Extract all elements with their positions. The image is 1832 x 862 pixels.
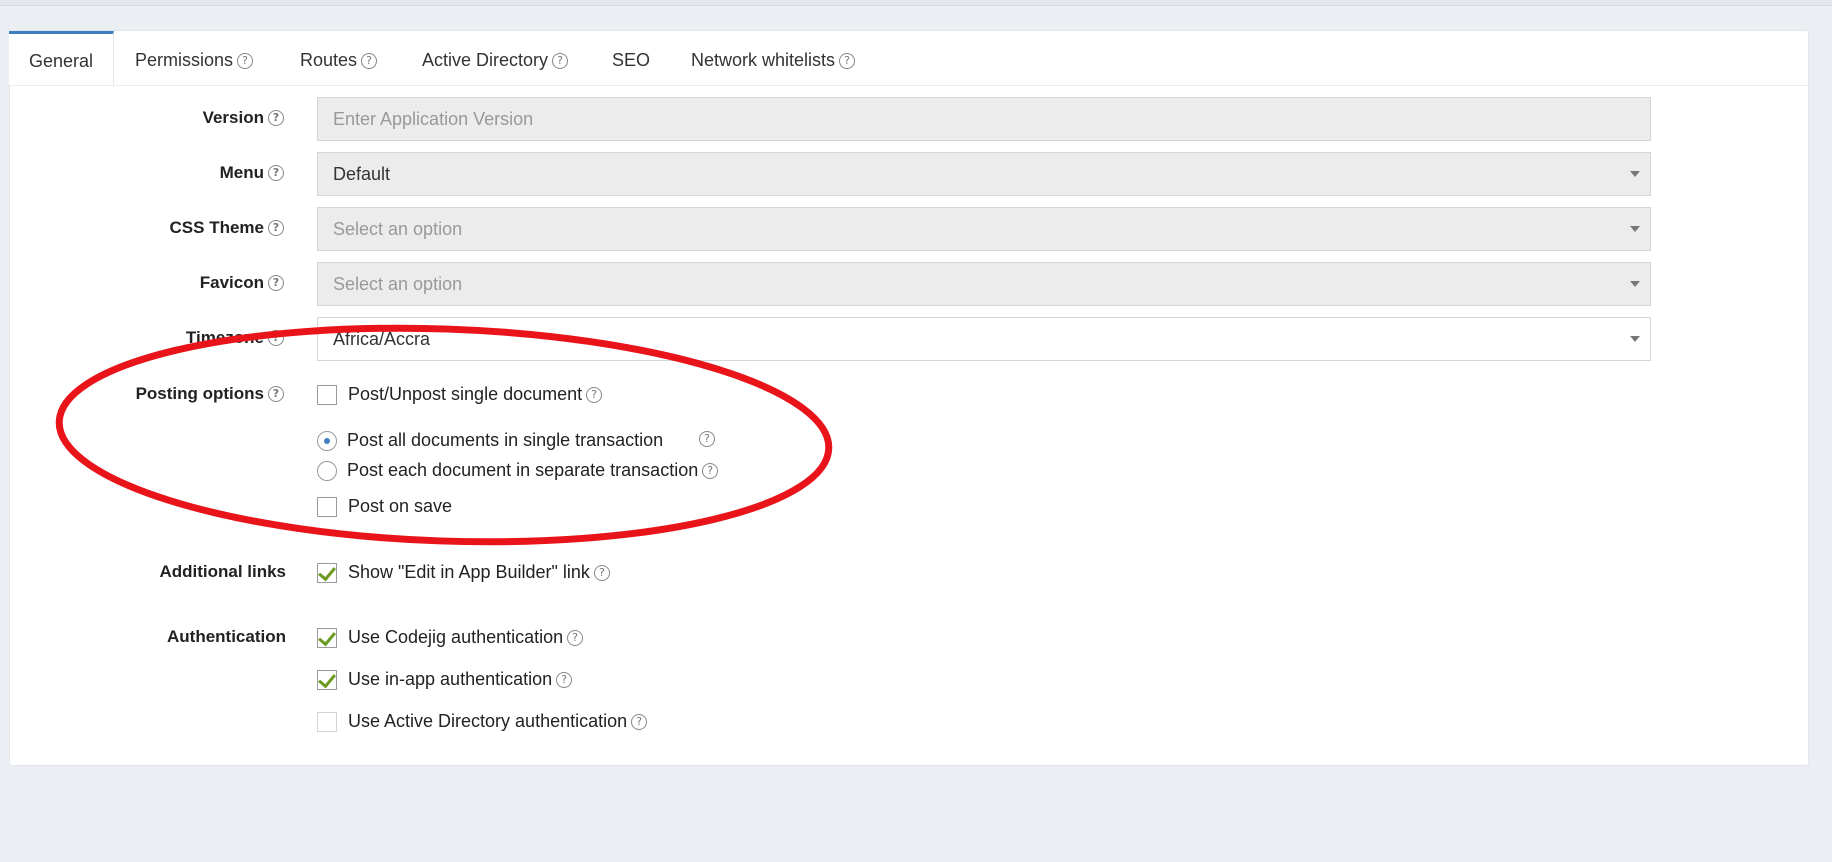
tab-active-directory[interactable]: Active Directory? [422, 31, 569, 85]
version-placeholder: Enter Application Version [333, 109, 534, 129]
css-theme-label-text: CSS Theme [169, 218, 264, 237]
chevron-down-icon [1630, 171, 1640, 177]
timezone-label: Timezone? [186, 328, 284, 348]
post-single-transaction-option: Post all documents in single transaction [347, 430, 663, 451]
tab-permissions[interactable]: Permissions? [135, 31, 254, 85]
css-theme-label: CSS Theme? [170, 218, 284, 238]
version-input[interactable]: Enter Application Version [317, 97, 1651, 141]
timezone-label-text: Timezone [185, 328, 264, 347]
timezone-value: Africa/Accra [333, 329, 431, 349]
timezone-select[interactable]: Africa/Accra [317, 317, 1651, 361]
active-directory-auth-option: Use Active Directory authentication? [348, 711, 648, 732]
tab-label: Active Directory [422, 50, 549, 70]
authentication-label-text: Authentication [167, 627, 286, 646]
checkmark-icon [318, 669, 336, 689]
in-app-auth-checkbox[interactable] [317, 669, 337, 690]
help-icon[interactable]: ? [699, 431, 715, 447]
help-icon[interactable]: ? [552, 53, 569, 69]
favicon-label: Favicon? [200, 273, 284, 293]
tab-seo[interactable]: SEO [612, 31, 650, 85]
tab-general[interactable]: General [9, 31, 115, 85]
tab-label: Permissions [135, 50, 234, 70]
authentication-label: Authentication [167, 627, 286, 647]
option-label: Post on save [348, 496, 453, 516]
option-label: Post/Unpost single document [348, 384, 583, 404]
post-separate-transaction-radio[interactable] [317, 461, 337, 481]
posting-options-label: Posting options? [136, 384, 284, 404]
menu-select[interactable]: Default [317, 152, 1651, 196]
help-icon[interactable]: ? [268, 275, 284, 291]
menu-label-text: Menu [219, 163, 264, 182]
help-icon[interactable]: ? [556, 672, 573, 688]
help-icon[interactable]: ? [268, 330, 284, 346]
post-unpost-single-document-checkbox[interactable] [317, 385, 337, 405]
css-theme-placeholder: Select an option [333, 219, 463, 239]
help-icon[interactable]: ? [361, 53, 378, 69]
help-icon[interactable]: ? [839, 53, 856, 69]
css-theme-select[interactable]: Select an option [317, 207, 1651, 251]
favicon-select[interactable]: Select an option [317, 262, 1651, 306]
additional-links-label-text: Additional links [159, 562, 286, 581]
option-label: Use Codejig authentication [348, 627, 564, 647]
version-label-text: Version [202, 108, 264, 127]
help-icon[interactable]: ? [268, 220, 284, 236]
post-single-transaction-radio[interactable] [317, 431, 337, 451]
chevron-down-icon [1630, 336, 1640, 342]
radio-selected-dot [324, 438, 330, 444]
help-icon[interactable]: ? [631, 714, 648, 730]
tab-label: Routes [300, 50, 358, 70]
chevron-down-icon [1630, 281, 1640, 287]
help-icon[interactable]: ? [586, 387, 603, 403]
chevron-down-icon [1630, 226, 1640, 232]
post-unpost-single-document-option: Post/Unpost single document? [348, 384, 603, 405]
posting-options-label-text: Posting options [135, 384, 264, 403]
favicon-label-text: Favicon [199, 273, 264, 292]
in-app-auth-option: Use in-app authentication? [348, 669, 573, 690]
help-icon[interactable]: ? [268, 386, 284, 402]
checkmark-icon [318, 627, 336, 647]
tab-network-whitelists[interactable]: Network whitelists? [691, 31, 856, 85]
additional-links-label: Additional links [159, 562, 286, 582]
option-label: Use in-app authentication [348, 669, 553, 689]
help-icon[interactable]: ? [237, 53, 254, 69]
help-icon[interactable]: ? [593, 565, 610, 581]
codejig-auth-option: Use Codejig authentication? [348, 627, 584, 648]
tab-bar: General Permissions? Routes? Active Dire… [9, 31, 1808, 86]
help-icon[interactable]: ? [567, 630, 584, 646]
edit-in-app-builder-checkbox[interactable] [317, 562, 337, 583]
help-icon[interactable]: ? [268, 165, 284, 181]
help-icon[interactable]: ? [702, 463, 719, 479]
version-label: Version? [203, 108, 284, 128]
tab-label: Network whitelists [691, 50, 836, 70]
menu-label: Menu? [220, 163, 284, 183]
codejig-auth-checkbox[interactable] [317, 627, 337, 648]
option-label: Post all documents in single transaction [347, 430, 664, 450]
tab-label: General [29, 51, 94, 71]
top-bar [0, 0, 1832, 6]
post-on-save-option: Post on save [348, 496, 452, 517]
option-label: Use Active Directory authentication [348, 711, 628, 731]
option-label: Post each document in separate transacti… [347, 460, 699, 480]
menu-value: Default [333, 164, 391, 184]
option-label: Show "Edit in App Builder" link [348, 562, 590, 582]
tab-label: SEO [612, 50, 651, 70]
checkmark-icon [318, 562, 336, 582]
favicon-placeholder: Select an option [333, 274, 463, 294]
tab-routes[interactable]: Routes? [300, 31, 378, 85]
post-separate-transaction-option: Post each document in separate transacti… [347, 460, 719, 481]
help-icon[interactable]: ? [268, 110, 284, 126]
active-directory-auth-checkbox[interactable] [317, 712, 337, 732]
post-on-save-checkbox[interactable] [317, 497, 337, 517]
edit-in-app-builder-option: Show "Edit in App Builder" link? [348, 562, 610, 583]
